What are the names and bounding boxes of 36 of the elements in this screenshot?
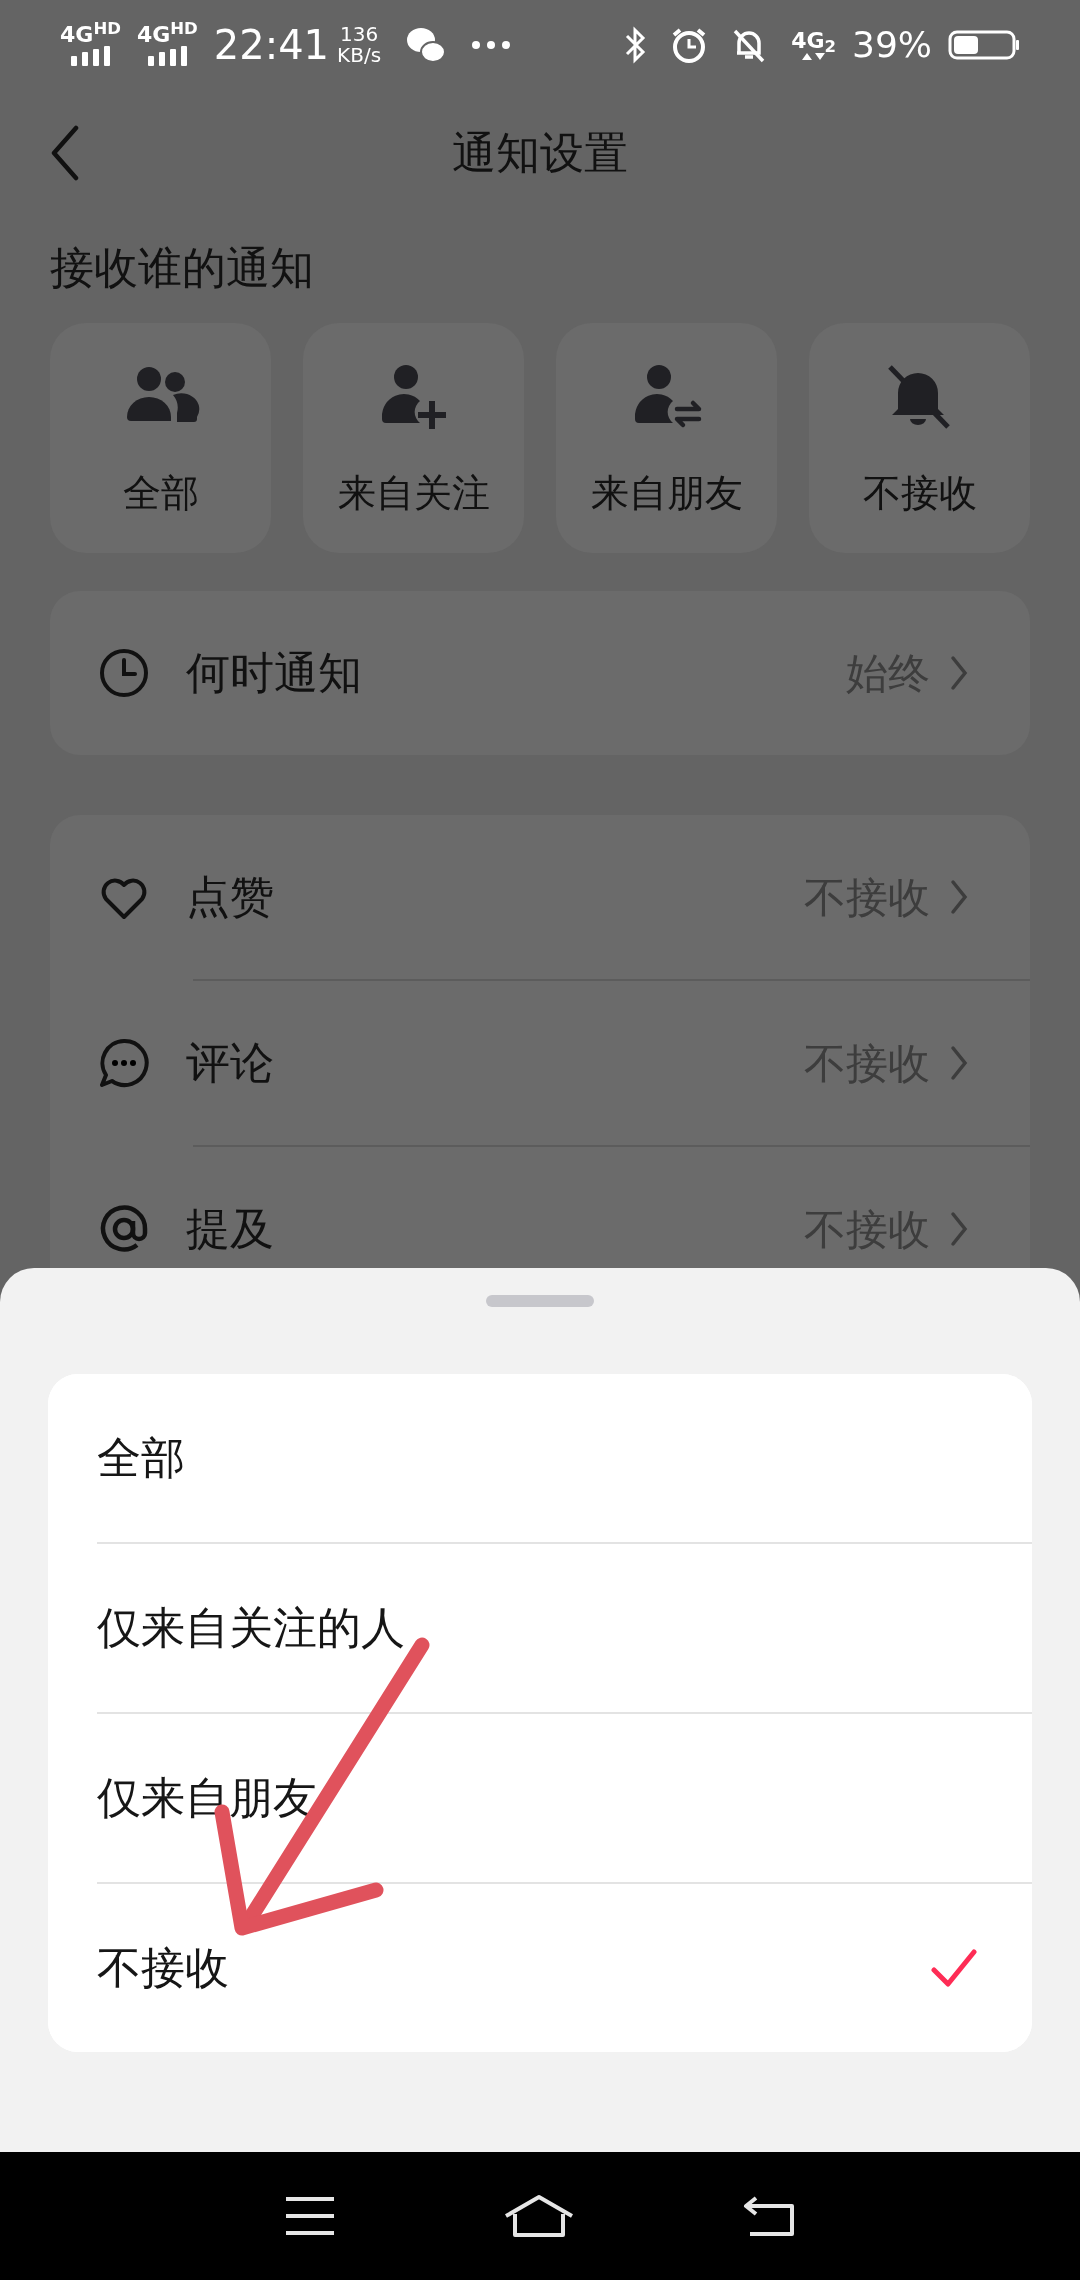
filter-card[interactable]: 来自关注 xyxy=(303,323,524,553)
signal-icon xyxy=(147,46,187,66)
chevron-icon xyxy=(950,1045,968,1081)
setting-label: 点赞 xyxy=(186,870,275,924)
page-title: 通知设置 xyxy=(452,125,628,180)
section-title: 接收谁的通知 xyxy=(49,241,315,295)
network-label: 4G$_{2}$ xyxy=(791,29,836,52)
speed-unit: KB/s xyxy=(337,45,382,66)
data-arrows-icon xyxy=(801,51,827,61)
chevron-icon xyxy=(950,879,968,915)
filter-card[interactable]: 来自朋友 xyxy=(556,323,777,553)
back-button[interactable] xyxy=(50,124,80,181)
comment-icon xyxy=(98,1037,150,1089)
chevron-icon xyxy=(950,655,968,691)
back-nav-button[interactable] xyxy=(742,2194,797,2238)
battery-percent: 39% xyxy=(852,23,932,67)
setting-label: 评论 xyxy=(186,1036,275,1090)
bluetooth-icon xyxy=(623,26,648,64)
speed-value: 136 xyxy=(338,24,380,45)
clock-icon xyxy=(98,647,150,699)
filter-card[interactable]: 不接收 xyxy=(809,323,1030,553)
signal-icon xyxy=(70,46,110,66)
more-icon xyxy=(471,40,512,50)
drag-handle[interactable] xyxy=(486,1295,594,1307)
network-label: 4G$^{HD}$ xyxy=(136,24,198,46)
setting-label: 提及 xyxy=(186,1202,275,1256)
chevron-icon xyxy=(950,1211,968,1247)
home-button[interactable] xyxy=(503,2194,575,2238)
clock-time: 22:41 xyxy=(213,21,330,70)
battery-icon xyxy=(948,30,1020,60)
setting-label: 何时通知 xyxy=(186,646,363,700)
filter-card[interactable]: 全部 xyxy=(50,323,271,553)
at-sign-icon xyxy=(98,1203,150,1255)
menu-button[interactable] xyxy=(283,2195,336,2237)
network-label: 4G$^{HD}$ xyxy=(60,24,121,46)
alarm-icon xyxy=(671,27,708,63)
